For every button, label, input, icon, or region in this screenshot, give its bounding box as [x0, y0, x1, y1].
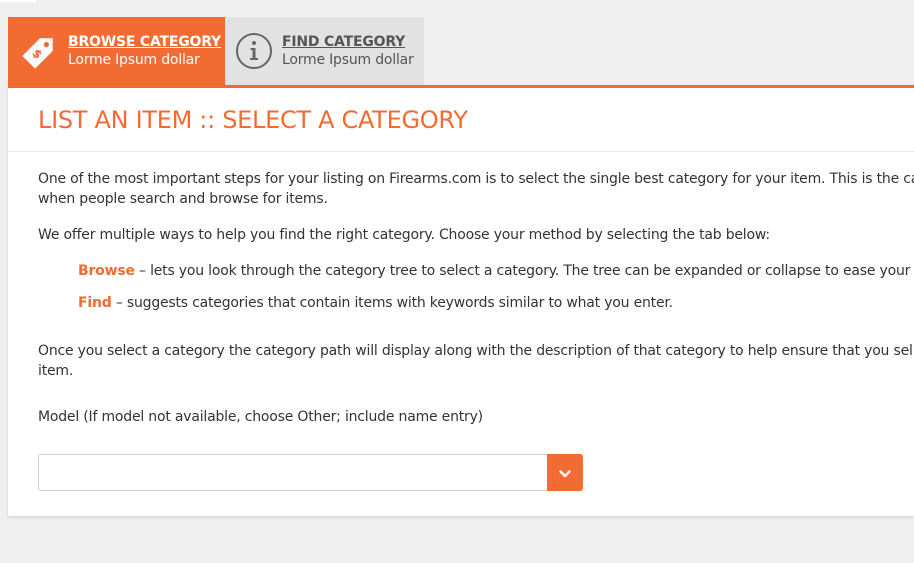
title-divider: [8, 151, 914, 152]
chevron-down-icon: [559, 463, 571, 482]
category-tabs: $ BROWSE CATEGORY Lorme Ipsum dollar FIN…: [8, 17, 424, 85]
outro-text-line-2: item.: [38, 363, 74, 379]
tab-browse-category[interactable]: $ BROWSE CATEGORY Lorme Ipsum dollar: [8, 17, 225, 85]
browse-method-description: – lets you look through the category tre…: [134, 263, 914, 279]
model-select[interactable]: [38, 454, 583, 491]
price-tag-icon: $: [20, 31, 60, 71]
tab-find-category[interactable]: FIND CATEGORY Lorme Ipsum dollar: [225, 17, 424, 85]
tab-find-subtitle: Lorme Ipsum dollar: [282, 52, 414, 68]
outro-text-line-1: Once you select a category the category …: [38, 343, 913, 359]
tab-find-title[interactable]: FIND CATEGORY: [282, 33, 414, 51]
intro-text-line-2: when people search and browse for items.: [38, 191, 328, 207]
info-icon: [234, 31, 274, 71]
browse-method-label: Browse: [78, 263, 135, 279]
model-select-toggle[interactable]: [547, 454, 583, 491]
methods-intro-text: We offer multiple ways to help you find …: [38, 227, 770, 243]
find-method-label: Find: [78, 295, 112, 311]
tab-browse-subtitle: Lorme Ipsum dollar: [68, 52, 200, 68]
tab-find-text: FIND CATEGORY Lorme Ipsum dollar: [282, 33, 414, 69]
page-title: LIST AN ITEM :: SELECT A CATEGORY: [38, 106, 468, 134]
intro-text-line-1: One of the most important steps for your…: [38, 171, 914, 187]
select-category-panel: LIST AN ITEM :: SELECT A CATEGORY One of…: [8, 85, 914, 516]
find-method-description: – suggests categories that contain items…: [111, 295, 673, 311]
find-method-item: Find – suggests categories that contain …: [78, 293, 673, 313]
browse-method-item: Browse – lets you look through the categ…: [78, 261, 914, 281]
top-accent-line: [0, 0, 36, 2]
tab-browse-title[interactable]: BROWSE CATEGORY: [68, 33, 221, 51]
model-label: Model (If model not available, choose Ot…: [38, 409, 483, 425]
tab-browse-text: BROWSE CATEGORY Lorme Ipsum dollar: [68, 33, 221, 69]
